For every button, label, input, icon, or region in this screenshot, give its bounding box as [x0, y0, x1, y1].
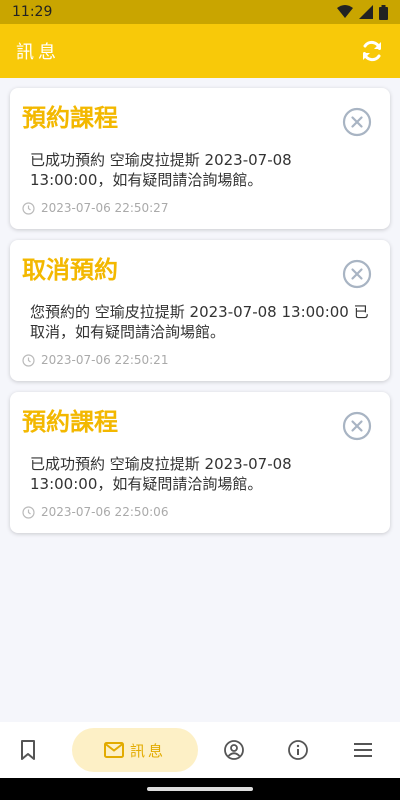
message-card[interactable]: 預約課程 已成功預約 空瑜皮拉提斯 2023-07-08 13:00:00，如有… — [10, 392, 390, 533]
menu-icon — [354, 743, 372, 757]
info-icon — [288, 740, 308, 760]
message-body: 已成功預約 空瑜皮拉提斯 2023-07-08 13:00:00，如有疑問請洽詢… — [30, 455, 292, 493]
nav-info[interactable] — [280, 728, 316, 772]
refresh-icon — [363, 40, 381, 62]
status-time: 11:29 — [12, 4, 53, 20]
nav-account[interactable] — [216, 728, 252, 772]
nav-menu[interactable] — [345, 728, 381, 772]
message-title: 預約課程 — [22, 408, 118, 436]
message-body: 您預約的 空瑜皮拉提斯 2023-07-08 13:00:00 已取消，如有疑問… — [30, 303, 369, 341]
mail-icon — [103, 742, 124, 758]
account-icon — [224, 740, 244, 760]
message-list: 預約課程 已成功預約 空瑜皮拉提斯 2023-07-08 13:00:00，如有… — [10, 88, 390, 544]
message-timestamp: 2023-07-06 22:50:27 — [22, 201, 168, 215]
clock-icon — [22, 505, 35, 519]
home-indicator[interactable] — [147, 787, 253, 791]
message-title: 取消預約 — [22, 256, 118, 284]
message-timestamp: 2023-07-06 22:50:21 — [22, 353, 168, 367]
clock-icon — [22, 201, 35, 215]
system-gesture-bar — [0, 778, 400, 800]
status-bar: 11:29 — [0, 0, 400, 24]
message-time: 2023-07-06 22:50:06 — [41, 505, 169, 519]
wifi-icon — [337, 5, 353, 18]
refresh-button[interactable] — [358, 37, 386, 65]
clock-icon — [22, 353, 35, 367]
close-icon[interactable] — [342, 107, 372, 137]
message-time: 2023-07-06 22:50:21 — [41, 353, 169, 367]
nav-messages[interactable]: 訊息 — [72, 728, 198, 772]
nav-messages-label: 訊息 — [129, 741, 166, 760]
message-title: 預約課程 — [22, 104, 118, 132]
message-body: 已成功預約 空瑜皮拉提斯 2023-07-08 13:00:00，如有疑問請洽詢… — [30, 151, 292, 189]
page-title: 訊息 — [16, 42, 60, 63]
bottom-navigation: 訊息 — [0, 722, 400, 778]
message-card[interactable]: 取消預約 您預約的 空瑜皮拉提斯 2023-07-08 13:00:00 已取消… — [10, 240, 390, 381]
nav-bookmark[interactable] — [10, 728, 46, 772]
signal-icon — [359, 5, 373, 19]
message-timestamp: 2023-07-06 22:50:06 — [22, 505, 168, 519]
bookmark-icon — [21, 740, 35, 760]
message-card[interactable]: 預約課程 已成功預約 空瑜皮拉提斯 2023-07-08 13:00:00，如有… — [10, 88, 390, 229]
battery-icon — [379, 4, 388, 20]
message-time: 2023-07-06 22:50:27 — [41, 201, 169, 215]
app-bar: 訊息 — [0, 24, 400, 78]
close-icon[interactable] — [342, 411, 372, 441]
close-icon[interactable] — [342, 259, 372, 289]
